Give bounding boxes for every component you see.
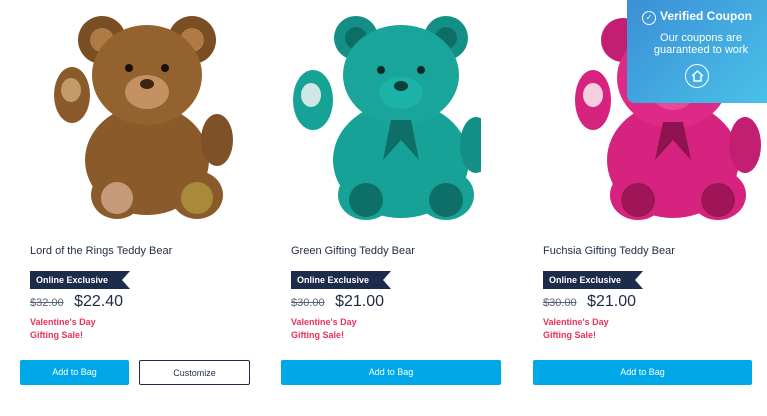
- sale-price: $21.00: [587, 293, 637, 310]
- online-exclusive-badge: Online Exclusive: [543, 271, 643, 289]
- coupon-desc-line-1: Our coupons are: [660, 32, 742, 44]
- promo-line-2: Gifting Sale!: [543, 330, 597, 340]
- online-exclusive-badge: Online Exclusive: [291, 271, 391, 289]
- original-price: $30.00: [291, 297, 325, 309]
- add-to-bag-button[interactable]: Add to Bag: [20, 360, 129, 385]
- add-to-bag-button[interactable]: Add to Bag: [281, 360, 501, 385]
- promo-line-1: Valentine's Day: [291, 317, 357, 327]
- coupon-description: Our coupons are guaranteed to work: [627, 32, 767, 56]
- promo-line-1: Valentine's Day: [30, 317, 96, 327]
- promo-line-2: Gifting Sale!: [291, 330, 345, 340]
- product-image-green-bear[interactable]: [281, 10, 481, 225]
- house-icon[interactable]: [685, 64, 709, 88]
- promo-text: Valentine's Day Gifting Sale!: [30, 316, 96, 342]
- promo-text: Valentine's Day Gifting Sale!: [543, 316, 609, 342]
- price-row: $32.00 $22.40: [30, 293, 123, 311]
- promo-line-1: Valentine's Day: [543, 317, 609, 327]
- sale-price: $21.00: [335, 293, 385, 310]
- customize-button[interactable]: Customize: [139, 360, 250, 385]
- product-image-brown-bear[interactable]: [47, 10, 247, 225]
- price-row: $30.00 $21.00: [291, 293, 384, 311]
- product-name[interactable]: Green Gifting Teddy Bear: [291, 245, 415, 257]
- promo-text: Valentine's Day Gifting Sale!: [291, 316, 357, 342]
- product-card[interactable]: Lord of the Rings Teddy Bear Online Excl…: [20, 0, 250, 416]
- online-exclusive-badge: Online Exclusive: [30, 271, 130, 289]
- add-to-bag-button[interactable]: Add to Bag: [533, 360, 752, 385]
- coupon-title: ✓ Verified Coupon: [627, 9, 767, 25]
- promo-line-2: Gifting Sale!: [30, 330, 84, 340]
- product-name[interactable]: Lord of the Rings Teddy Bear: [30, 245, 172, 257]
- product-name[interactable]: Fuchsia Gifting Teddy Bear: [543, 245, 675, 257]
- original-price: $30.00: [543, 297, 577, 309]
- verified-coupon-popup[interactable]: ✓ Verified Coupon Our coupons are guarant…: [627, 0, 767, 103]
- price-row: $30.00 $21.00: [543, 293, 636, 311]
- check-circle-icon: ✓: [641, 11, 656, 25]
- coupon-title-text: Verified Coupon: [659, 9, 752, 23]
- original-price: $32.00: [30, 297, 64, 309]
- sale-price: $22.40: [74, 293, 124, 310]
- coupon-desc-line-2: guaranteed to work: [653, 44, 749, 56]
